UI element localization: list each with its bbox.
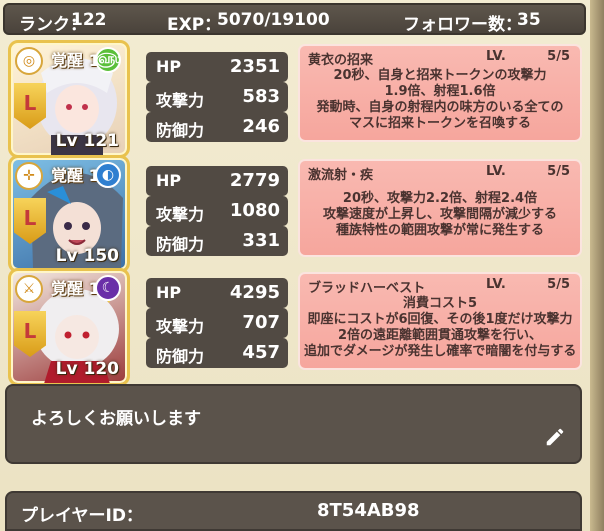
exp-value: 5070/19100 bbox=[217, 10, 330, 30]
followers-value: 35 bbox=[517, 10, 541, 30]
stat-hp: HP 2351 bbox=[146, 52, 288, 82]
stat-value: 246 bbox=[242, 116, 280, 137]
stat-hp: HP 4295 bbox=[146, 278, 288, 308]
skill-panel-2[interactable]: 激流射・疾 LV. 5/5 20秒、攻撃力2.2倍、射程2.4倍 攻撃速度が上昇… bbox=[298, 159, 582, 257]
stat-label: HP bbox=[156, 283, 182, 302]
stat-label: 攻撃力 bbox=[156, 317, 205, 336]
skill-level-label: LV. bbox=[486, 164, 506, 179]
stat-value: 2351 bbox=[229, 56, 280, 77]
skill-line: 20秒、自身と招来トークンの攻撃力 bbox=[333, 68, 547, 83]
skill-line: 20秒、攻撃力2.2倍、射程2.4倍 bbox=[342, 191, 538, 206]
stat-defense: 防御力 457 bbox=[146, 338, 288, 368]
stat-value: 583 bbox=[242, 86, 280, 107]
class-badge-icon: ⚔ bbox=[15, 275, 43, 303]
stat-hp: HP 2779 bbox=[146, 166, 288, 196]
stat-value: 4295 bbox=[229, 282, 280, 303]
stat-value: 2779 bbox=[229, 170, 280, 191]
skill-level-value: 5/5 bbox=[547, 164, 570, 179]
stat-value: 331 bbox=[242, 230, 280, 251]
skill-name: ブラッドハーベスト bbox=[308, 281, 426, 296]
wind-element-icon: ௵ bbox=[95, 47, 121, 73]
skill-description: 20秒、自身と招来トークンの攻撃力 1.9倍、射程1.6倍 発動時、自身の射程内… bbox=[304, 68, 576, 132]
skill-panel-3[interactable]: ブラッドハーベスト LV. 5/5 消費コスト5 即座にコストが6回復、その後1… bbox=[298, 272, 582, 370]
stat-label: HP bbox=[156, 57, 182, 76]
skill-panel-1[interactable]: 黄衣の招来 LV. 5/5 20秒、自身と招来トークンの攻撃力 1.9倍、射程1… bbox=[298, 44, 582, 142]
unit-row-1: ◎ L 覚醒 1 ௵ Lv 121 HP 2351 攻撃力 583 防御力 24… bbox=[0, 40, 590, 158]
skill-description: 20秒、攻撃力2.2倍、射程2.4倍 攻撃速度が上昇し、攻撃間隔が減少する 種族… bbox=[304, 191, 576, 239]
unit-level: Lv 121 bbox=[55, 131, 119, 151]
stat-value: 457 bbox=[242, 342, 280, 363]
stat-defense: 防御力 246 bbox=[146, 112, 288, 142]
skill-line: 消費コスト5 bbox=[402, 296, 478, 311]
skill-level-value: 5/5 bbox=[547, 277, 570, 292]
stat-label: HP bbox=[156, 171, 182, 190]
stat-attack: 攻撃力 1080 bbox=[146, 196, 288, 226]
skill-description: 消費コスト5 即座にコストが6回復、その後1度だけ攻撃力 2倍の遠距離範囲貫通攻… bbox=[304, 296, 576, 360]
skill-level-label: LV. bbox=[486, 49, 506, 64]
unit-row-2: ✛ L 覚醒 1 ◐ Lv 150 HP 2779 攻撃力 1080 防御力 3… bbox=[0, 155, 590, 273]
skill-line: 攻撃速度が上昇し、攻撃間隔が減少する bbox=[322, 207, 557, 222]
stat-value: 1080 bbox=[229, 200, 280, 221]
skill-line: 1.9倍、射程1.6倍 bbox=[384, 84, 496, 99]
player-id-label: プレイヤーID： bbox=[21, 506, 143, 526]
water-element-icon: ◐ bbox=[95, 162, 121, 188]
stat-label: 防御力 bbox=[156, 347, 205, 366]
player-id-bar: プレイヤーID： 8T54AB98 bbox=[5, 491, 582, 531]
stat-label: 攻撃力 bbox=[156, 205, 205, 224]
unit-level: Lv 150 bbox=[55, 246, 119, 266]
skill-line: 発動時、自身の射程内の味方のいる全ての bbox=[316, 100, 564, 115]
stat-label: 防御力 bbox=[156, 235, 205, 254]
skill-line: マスに招来トークンを召喚する bbox=[348, 116, 531, 131]
profile-comment-box[interactable]: よろしくお願いします bbox=[5, 384, 582, 464]
dark-element-icon: ☾ bbox=[95, 275, 121, 301]
class-badge-icon: ✛ bbox=[15, 162, 43, 190]
class-badge-icon: ◎ bbox=[15, 47, 43, 75]
unit-portrait-1[interactable]: ◎ L 覚醒 1 ௵ Lv 121 bbox=[8, 40, 130, 158]
rank-value: 122 bbox=[71, 10, 107, 30]
unit-portrait-2[interactable]: ✛ L 覚醒 1 ◐ Lv 150 bbox=[8, 155, 130, 273]
unit-row-3: ⚔ L 覚醒 1 ☾ Lv 120 HP 4295 攻撃力 707 防御力 45… bbox=[0, 268, 590, 386]
stat-attack: 攻撃力 707 bbox=[146, 308, 288, 338]
profile-header-bar: ランク： 122 EXP： 5070/19100 フォロワー数： 35 bbox=[3, 3, 586, 35]
awaken-label: 覚醒 1 bbox=[51, 51, 100, 70]
pencil-icon[interactable] bbox=[544, 426, 566, 448]
skill-level-value: 5/5 bbox=[547, 49, 570, 64]
skill-line: 追加でダメージが発生し確率で暗闇を付与する bbox=[304, 344, 577, 359]
skill-line: 即座にコストが6回復、その後1度だけ攻撃力 bbox=[307, 312, 573, 327]
skill-line: 2倍の遠距離範囲貫通攻撃を行い、 bbox=[337, 328, 543, 343]
player-id-value[interactable]: 8T54AB98 bbox=[317, 500, 420, 521]
stat-defense: 防御力 331 bbox=[146, 226, 288, 256]
unit-portrait-3[interactable]: ⚔ L 覚醒 1 ☾ Lv 120 bbox=[8, 268, 130, 386]
exp-label: EXP： bbox=[167, 15, 222, 35]
stat-attack: 攻撃力 583 bbox=[146, 82, 288, 112]
awaken-label: 覚醒 1 bbox=[51, 166, 100, 185]
stat-label: 攻撃力 bbox=[156, 91, 205, 110]
comment-text: よろしくお願いします bbox=[31, 409, 201, 429]
skill-name: 黄衣の招来 bbox=[308, 53, 374, 68]
awaken-label: 覚醒 1 bbox=[51, 279, 100, 298]
skill-name: 激流射・疾 bbox=[308, 168, 374, 183]
skill-line: 種族特性の範囲攻撃が常に発生する bbox=[335, 223, 544, 238]
skill-level-label: LV. bbox=[486, 277, 506, 292]
stat-value: 707 bbox=[242, 312, 280, 333]
stat-label: 防御力 bbox=[156, 121, 205, 140]
side-frame bbox=[590, 0, 604, 531]
unit-level: Lv 120 bbox=[55, 359, 119, 379]
followers-label: フォロワー数： bbox=[403, 15, 522, 35]
